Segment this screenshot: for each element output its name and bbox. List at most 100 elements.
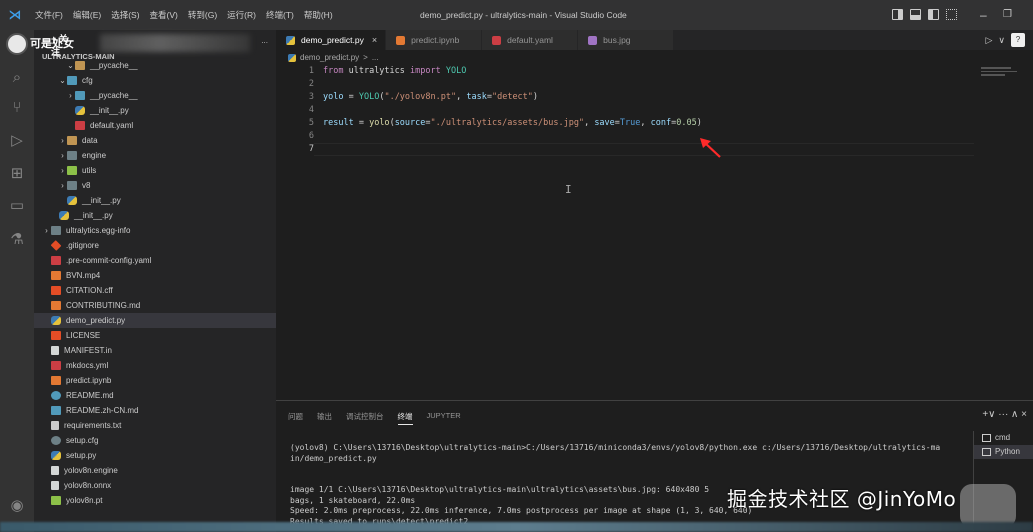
file-tree-item[interactable]: requirements.txt xyxy=(34,418,276,433)
menu-view[interactable]: 查看(V) xyxy=(145,0,183,30)
chevron-down-icon[interactable]: ∨ xyxy=(998,35,1005,46)
file-tree-item[interactable]: › data xyxy=(34,133,276,148)
file-tree-item[interactable]: setup.py xyxy=(34,448,276,463)
chevron-right-icon[interactable]: › xyxy=(42,223,51,238)
toggle-sidebar-icon[interactable] xyxy=(892,9,903,20)
tab-label: default.yaml xyxy=(507,35,553,45)
menu-help[interactable]: 帮助(H) xyxy=(299,0,338,30)
file-tree-item[interactable]: demo_predict.py xyxy=(34,313,276,328)
minimize-icon[interactable]: – xyxy=(980,0,987,30)
folder-icon xyxy=(67,181,77,190)
tab-problems[interactable]: 问题 xyxy=(288,411,303,425)
file-tree-item[interactable]: › v8 xyxy=(34,178,276,193)
menu-file[interactable]: 文件(F) xyxy=(30,0,68,30)
testing-icon[interactable]: ⚗ xyxy=(0,224,34,254)
file-tree-item[interactable]: __init__.py xyxy=(34,193,276,208)
punct: , xyxy=(456,92,467,102)
chevron-right-icon[interactable]: › xyxy=(58,148,67,163)
panel-controls[interactable]: +∨ ··· ∧ × xyxy=(982,409,1027,420)
chevron-right-icon[interactable]: › xyxy=(58,163,67,178)
chevron-down-icon[interactable]: ⌄ xyxy=(66,58,75,73)
file-tree-item[interactable]: LICENSE xyxy=(34,328,276,343)
file-tree-item[interactable]: .pre-commit-config.yaml xyxy=(34,253,276,268)
chevron-right-icon[interactable]: › xyxy=(66,88,75,103)
file-icon xyxy=(75,106,85,115)
help-icon[interactable]: ? xyxy=(1011,33,1025,47)
file-tree-item[interactable]: BVN.mp4 xyxy=(34,268,276,283)
file-tree-item[interactable]: › engine xyxy=(34,148,276,163)
menu-edit[interactable]: 编辑(E) xyxy=(68,0,106,30)
breadcrumb-file[interactable]: demo_predict.py xyxy=(300,50,359,65)
file-icon xyxy=(51,376,61,385)
remote-explorer-icon[interactable]: ▭ xyxy=(0,190,34,220)
toggle-panel-icon[interactable] xyxy=(910,9,921,20)
file-tree-item[interactable]: README.md xyxy=(34,388,276,403)
file-tree-item[interactable]: › __pycache__ xyxy=(34,88,276,103)
file-tree-label: requirements.txt xyxy=(64,421,122,430)
terminal-name: Python xyxy=(995,447,1020,456)
file-tree-item[interactable]: ⌄ __pycache__ xyxy=(34,58,276,73)
file-tree-item[interactable]: › utils xyxy=(34,163,276,178)
chevron-down-icon[interactable]: ⌄ xyxy=(58,73,67,88)
chevron-right-icon[interactable]: › xyxy=(58,133,67,148)
tab-terminal[interactable]: 终端 xyxy=(397,411,413,425)
file-tree-item[interactable]: default.yaml xyxy=(34,118,276,133)
tab-demo-predict[interactable]: demo_predict.py × xyxy=(276,30,387,50)
file-tree-item[interactable]: CONTRIBUTING.md xyxy=(34,298,276,313)
file-tree-item[interactable]: yolov8n.onnx xyxy=(34,478,276,493)
menu-run[interactable]: 运行(R) xyxy=(222,0,261,30)
argument: conf xyxy=(650,118,672,128)
file-tree-item[interactable]: CITATION.cff xyxy=(34,283,276,298)
file-tree-item[interactable]: .gitignore xyxy=(34,238,276,253)
file-tree-item[interactable]: README.zh-CN.md xyxy=(34,403,276,418)
close-icon[interactable]: × xyxy=(372,35,377,45)
tab-debug-console[interactable]: 调试控制台 xyxy=(346,411,384,425)
string: "detect" xyxy=(491,92,533,102)
source-control-icon[interactable]: ⑂ xyxy=(0,92,34,122)
extensions-icon[interactable]: ⊞ xyxy=(0,158,34,188)
file-tree-label: __init__.py xyxy=(82,196,121,205)
run-debug-icon[interactable]: ▷ xyxy=(0,125,34,155)
chevron-right-icon[interactable]: › xyxy=(58,178,67,193)
code-line-3: yolo = YOLO("./yolov8n.pt", task="detect… xyxy=(323,92,538,102)
file-tree-item[interactable]: ⌄ cfg xyxy=(34,73,276,88)
tab-jupyter[interactable]: JUPYTER xyxy=(427,411,461,425)
menu-terminal[interactable]: 终端(T) xyxy=(261,0,299,30)
file-tree-label: demo_predict.py xyxy=(66,316,126,325)
breadcrumb-symbol[interactable]: ... xyxy=(372,50,379,65)
tab-predict-ipynb[interactable]: predict.ipynb xyxy=(386,30,483,50)
search-icon[interactable]: ⌕ xyxy=(0,62,34,92)
file-tree-item[interactable]: __init__.py xyxy=(34,103,276,118)
account-icon[interactable]: ◉ xyxy=(0,490,34,520)
file-tree-label: yolov8n.engine xyxy=(64,466,118,475)
file-tree-item[interactable]: yolov8n.pt xyxy=(34,493,276,508)
argument: task xyxy=(466,92,487,102)
file-tree-label: engine xyxy=(82,151,107,160)
customize-layout-icon[interactable] xyxy=(946,9,957,20)
file-tree-item[interactable]: setup.cfg xyxy=(34,433,276,448)
code-editor[interactable]: 1 2 3 4 5 6 7 from ultralytics import YO… xyxy=(276,65,1033,400)
maximize-icon[interactable]: ❐ xyxy=(1003,0,1012,30)
tab-bus-jpg[interactable]: bus.jpg xyxy=(578,30,675,50)
file-icon xyxy=(51,301,61,310)
follow-button[interactable]: + 关注 xyxy=(51,32,74,58)
file-tree-item[interactable]: MANIFEST.in xyxy=(34,343,276,358)
file-tree-item[interactable]: mkdocs.yml xyxy=(34,358,276,373)
minimap[interactable] xyxy=(981,67,1021,79)
file-tree-item[interactable]: › ultralytics.egg-info xyxy=(34,223,276,238)
file-tree-item[interactable]: yolov8n.engine xyxy=(34,463,276,478)
file-tree-label: .gitignore xyxy=(66,241,99,250)
menu-go[interactable]: 转到(G) xyxy=(183,0,222,30)
file-tree-item[interactable]: predict.ipynb xyxy=(34,373,276,388)
run-file-icon[interactable]: ▷ xyxy=(985,35,992,46)
explorer-more-actions-icon[interactable]: ... xyxy=(261,36,268,45)
terminal-cmd[interactable]: cmd xyxy=(974,431,1033,445)
terminal-python[interactable]: Python xyxy=(974,445,1033,459)
file-tree-item[interactable]: __init__.py xyxy=(34,208,276,223)
punct: ) xyxy=(696,118,702,128)
menu-selection[interactable]: 选择(S) xyxy=(106,0,144,30)
tab-default-yaml[interactable]: default.yaml xyxy=(482,30,579,50)
toggle-secondary-sidebar-icon[interactable] xyxy=(928,9,939,20)
file-icon xyxy=(51,361,61,370)
tab-output[interactable]: 输出 xyxy=(317,411,332,425)
